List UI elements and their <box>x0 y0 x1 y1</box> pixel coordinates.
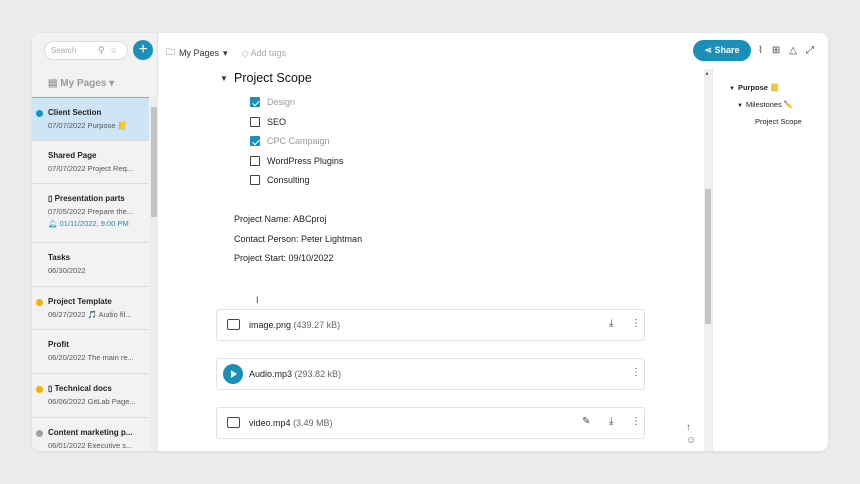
status-dot <box>36 429 43 437</box>
breadcrumb: 🗀 My Pages ▾ ◇ Add tags <box>166 45 286 61</box>
attachment-icon[interactable]: ⌇ <box>758 45 763 56</box>
checkbox[interactable] <box>250 136 260 146</box>
text-cursor-icon: I <box>256 295 259 305</box>
filter-icon[interactable]: ⚲ <box>98 45 105 56</box>
video-icon <box>227 417 240 428</box>
contact-person-text: Contact Person: Peter Lightman <box>234 234 363 244</box>
checklist-item[interactable]: CPC Campaign <box>250 134 330 148</box>
checklist-item[interactable]: Design <box>250 95 295 109</box>
checklist-item[interactable]: WordPress Plugins <box>250 154 343 168</box>
more-icon[interactable]: ⋮ <box>631 367 641 378</box>
corner-actions: ↑ ☺ <box>686 421 696 447</box>
grid-icon[interactable]: ⊞ <box>772 45 780 56</box>
caret-down-icon: ▼ <box>729 86 735 92</box>
file-attachment[interactable]: image.png (439.27 kB) ⤓ ⋮ <box>216 309 645 341</box>
checkbox[interactable] <box>250 116 260 127</box>
share-button[interactable]: ⋖ Share <box>693 40 751 61</box>
checklist-item[interactable]: Consulting <box>250 173 310 187</box>
app-window: Search ⚲ ○ + ▤ My Pages ▾ Client Section… <box>32 33 828 451</box>
sidebar: Search ⚲ ○ + ▤ My Pages ▾ Client Section… <box>32 33 158 451</box>
folder-icon: 🗀 <box>166 47 176 57</box>
page-list: Client Section 07/07/2022 Purpose 📒 Shar… <box>32 97 149 451</box>
download-icon[interactable]: ⤓ <box>609 416 613 427</box>
section-title: Project Scope <box>234 71 312 85</box>
content-scrollbar[interactable]: ▲ <box>704 69 712 451</box>
file-attachment[interactable]: Audio.mp3 (293.82 kB) ⋮ <box>216 358 645 390</box>
edit-icon[interactable]: ✎ <box>582 416 590 427</box>
page-icon: ▯ <box>48 383 55 393</box>
chevron-down-icon[interactable]: ▾ <box>223 48 228 59</box>
bell-icon: 🔔︎ <box>48 219 60 229</box>
project-start-text: Project Start: 09/10/2022 <box>234 253 334 263</box>
more-icon[interactable]: ⋮ <box>631 416 641 427</box>
page-item[interactable]: Content marketing p... 06/01/2022 Execut… <box>32 418 149 451</box>
breadcrumb-my-pages[interactable]: My Pages <box>179 48 219 58</box>
scroll-up-icon[interactable]: ▲ <box>704 71 710 77</box>
status-dot <box>36 298 43 306</box>
toolbar-icons: ⌇ ⊞ △ ⤢ <box>758 45 814 56</box>
status-dot <box>36 110 43 117</box>
my-pages-dropdown[interactable]: ▤ My Pages ▾ <box>48 78 114 89</box>
share-icon: ⋖ <box>704 45 715 55</box>
tag-icon: ◇ <box>241 47 251 58</box>
outline-item[interactable]: Project Scope <box>755 117 802 126</box>
outline-panel: ▼ Purpose 📒 ▼ Milestones ✏️ Project Scope <box>712 69 828 451</box>
scrollbar-thumb[interactable] <box>151 107 157 217</box>
page-item[interactable]: Tasks 06/30/2022 <box>32 243 149 287</box>
play-icon[interactable] <box>223 364 243 384</box>
search-icon[interactable]: ○ <box>111 45 116 55</box>
download-icon[interactable]: ⤓ <box>609 318 613 329</box>
pages-icon: ▤ <box>48 78 61 89</box>
scrollbar-thumb[interactable] <box>705 189 711 324</box>
page-item[interactable]: Profit 06/20/2022 The main re... <box>32 330 149 374</box>
status-dot <box>36 385 43 393</box>
more-icon[interactable]: ⋮ <box>631 318 641 329</box>
checkbox[interactable] <box>250 175 260 185</box>
search-placeholder: Search <box>51 46 77 55</box>
outline-item[interactable]: ▼ Purpose 📒 <box>729 83 779 92</box>
page-item[interactable]: Client Section 07/07/2022 Purpose 📒 <box>32 97 149 141</box>
scroll-top-icon[interactable]: ↑ <box>686 421 696 434</box>
caret-down-icon: ▼ <box>737 103 743 109</box>
page-item[interactable]: ▯ Technical docs 06/06/2022 GitLab Page.… <box>32 374 149 418</box>
page-item[interactable]: Shared Page 07/07/2022 Project Req... <box>32 141 149 185</box>
collapse-icon[interactable]: ▼ <box>220 74 228 83</box>
checkbox[interactable] <box>250 155 260 166</box>
page-item[interactable]: ▯ Presentation parts 07/05/2022 Prepare … <box>32 184 149 244</box>
project-name-text: Project Name: ABCproj <box>234 214 327 224</box>
chevron-down-icon: ▾ <box>106 78 115 89</box>
add-page-button[interactable]: + <box>133 40 153 60</box>
search-input[interactable]: Search ⚲ ○ <box>44 41 128 60</box>
bell-icon[interactable]: △ <box>789 45 797 56</box>
page-item[interactable]: Project Template 06/27/2022 🎵 Audio fil.… <box>32 287 149 331</box>
checkbox[interactable] <box>250 97 260 107</box>
checklist-item[interactable]: SEO <box>250 115 286 129</box>
image-icon <box>227 319 240 330</box>
file-attachment[interactable]: video.mp4 (3.49 MB) ✎ ⤓ ⋮ <box>216 407 645 439</box>
add-tags-button[interactable]: ◇ Add tags <box>242 48 286 59</box>
page-icon: ▯ <box>48 194 55 204</box>
outline-item[interactable]: ▼ Milestones ✏️ <box>737 100 793 109</box>
expand-icon[interactable]: ⤢ <box>806 45 814 56</box>
emoji-icon[interactable]: ☺ <box>686 434 696 447</box>
sidebar-scrollbar[interactable] <box>150 97 158 451</box>
